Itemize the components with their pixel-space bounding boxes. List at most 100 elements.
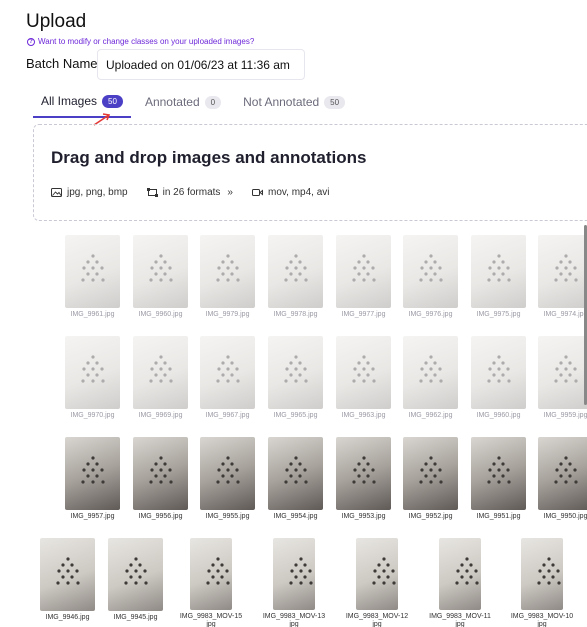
- tab-all-images-label: All Images: [41, 94, 98, 108]
- image-thumbnail-photo: [403, 437, 458, 510]
- image-thumbnail-photo: [521, 538, 563, 610]
- page-title: Upload: [26, 11, 87, 32]
- image-thumbnail[interactable]: [471, 437, 526, 510]
- image-thumbnail-photo: [268, 437, 323, 510]
- image-thumbnail-photo: [403, 235, 458, 308]
- image-thumbnail[interactable]: [273, 538, 315, 610]
- image-thumbnail[interactable]: [521, 538, 563, 610]
- modify-classes-link-text[interactable]: Want to modify or change classes on your…: [38, 37, 254, 46]
- image-thumbnail[interactable]: [200, 235, 255, 308]
- tab-all-images-count: 50: [102, 94, 123, 108]
- image-thumbnail[interactable]: [471, 336, 526, 409]
- batch-name-label: Batch Name: [26, 56, 98, 71]
- image-filename-extension: jpg: [372, 621, 382, 627]
- image-thumbnail-photo: [65, 437, 120, 510]
- image-thumbnail[interactable]: [356, 538, 398, 610]
- image-filename: IMG_9945.jpg: [113, 614, 158, 621]
- image-thumbnail-photo: [336, 437, 391, 510]
- image-filename: IMG_9983_MOV-15: [179, 613, 243, 620]
- annotation-formats-link[interactable]: in 26 formats: [163, 187, 221, 198]
- image-thumbnail-photo: [133, 235, 188, 308]
- image-filename: IMG_9983_MOV-12: [345, 613, 409, 620]
- image-filename: IMG_9983_MOV-11: [429, 613, 491, 620]
- image-thumbnail-photo: [439, 538, 481, 610]
- image-thumbnail[interactable]: [200, 437, 255, 510]
- image-thumbnail[interactable]: [65, 235, 120, 308]
- image-thumbnail[interactable]: [538, 235, 587, 308]
- image-thumbnail[interactable]: [190, 538, 232, 610]
- image-thumbnail-photo: [108, 538, 163, 611]
- image-thumbnail[interactable]: [403, 437, 458, 510]
- image-thumbnail-photo: [471, 235, 526, 308]
- image-formats-text: jpg, png, bmp: [67, 187, 128, 198]
- image-thumbnail-photo: [471, 437, 526, 510]
- image-thumbnail[interactable]: [268, 235, 323, 308]
- image-thumbnail[interactable]: [439, 538, 481, 610]
- image-thumbnail[interactable]: [471, 235, 526, 308]
- image-icon: [51, 188, 62, 197]
- image-thumbnail[interactable]: [268, 336, 323, 409]
- tab-annotated-count: 0: [204, 95, 222, 109]
- image-thumbnail-photo: [268, 336, 323, 409]
- image-thumbnail[interactable]: [336, 235, 391, 308]
- image-filename: IMG_9974.jpg: [543, 311, 587, 318]
- dropzone-title: Drag and drop images and annotations: [51, 148, 367, 167]
- image-filename: IMG_9959.jpg: [543, 412, 587, 419]
- image-thumbnail-photo: [190, 538, 232, 610]
- image-thumbnail-photo: [336, 336, 391, 409]
- image-thumbnail[interactable]: [65, 437, 120, 510]
- image-thumbnail-photo: [200, 437, 255, 510]
- batch-name-input[interactable]: [97, 49, 305, 80]
- image-thumbnail-photo: [538, 235, 587, 308]
- image-thumbnail-photo: [356, 538, 398, 610]
- video-icon: [251, 189, 263, 196]
- image-thumbnail-photo: [336, 235, 391, 308]
- image-filename: IMG_9983_MOV-10: [510, 613, 574, 620]
- image-thumbnail[interactable]: [403, 336, 458, 409]
- tab-not-annotated-label: Not Annotated: [243, 95, 320, 109]
- image-thumbnail-photo: [65, 336, 120, 409]
- image-thumbnail-photo: [538, 437, 587, 510]
- image-filter-tabs: All Images 50 Annotated 0 Not Annotated …: [33, 90, 359, 118]
- image-thumbnail-photo: [471, 336, 526, 409]
- tab-all-images[interactable]: All Images 50: [33, 90, 131, 118]
- image-thumbnail-photo: [273, 538, 315, 610]
- image-thumbnail[interactable]: [538, 336, 587, 409]
- image-filename: IMG_9983_MOV-13: [262, 613, 326, 620]
- image-thumbnail[interactable]: [268, 437, 323, 510]
- help-icon: ?: [27, 37, 35, 46]
- image-thumbnail[interactable]: [336, 336, 391, 409]
- modify-classes-link[interactable]: ? Want to modify or change classes on yo…: [27, 37, 254, 46]
- image-thumbnail-photo: [200, 336, 255, 409]
- image-filename-extension: jpg: [455, 621, 465, 627]
- image-filename-extension: jpg: [537, 621, 547, 627]
- image-thumbnail-photo: [268, 235, 323, 308]
- image-filename-extension: jpg: [206, 621, 216, 627]
- image-thumbnail[interactable]: [108, 538, 163, 611]
- bounding-box-icon: [146, 188, 158, 197]
- tab-annotated-label: Annotated: [144, 95, 200, 109]
- tab-not-annotated-count: 50: [324, 95, 346, 109]
- tab-annotated[interactable]: Annotated 0: [137, 90, 229, 114]
- image-filename-extension: jpg: [289, 621, 299, 627]
- image-thumbnail[interactable]: [200, 336, 255, 409]
- image-thumbnail[interactable]: [336, 437, 391, 510]
- tab-not-annotated[interactable]: Not Annotated 50: [235, 90, 353, 114]
- image-thumbnail-photo: [133, 437, 188, 510]
- image-thumbnail[interactable]: [133, 437, 188, 510]
- image-thumbnail-photo: [133, 336, 188, 409]
- upload-dropzone[interactable]: Drag and drop images and annotations jpg…: [33, 124, 587, 221]
- image-thumbnail-photo: [40, 538, 95, 611]
- image-thumbnail-photo: [65, 235, 120, 308]
- image-thumbnail[interactable]: [65, 336, 120, 409]
- image-thumbnail-photo: [403, 336, 458, 409]
- image-thumbnail-photo: [200, 235, 255, 308]
- image-thumbnail[interactable]: [40, 538, 95, 611]
- video-formats-text: mov, mp4, avi: [267, 187, 330, 198]
- image-thumbnail[interactable]: [403, 235, 458, 308]
- image-thumbnail[interactable]: [538, 437, 587, 510]
- image-thumbnail[interactable]: [133, 336, 188, 409]
- image-thumbnail[interactable]: [133, 235, 188, 308]
- more-formats-icon[interactable]: »: [227, 187, 233, 198]
- dropzone-formats: jpg, png, bmp in 26 formats » mov, mp4, …: [51, 187, 329, 198]
